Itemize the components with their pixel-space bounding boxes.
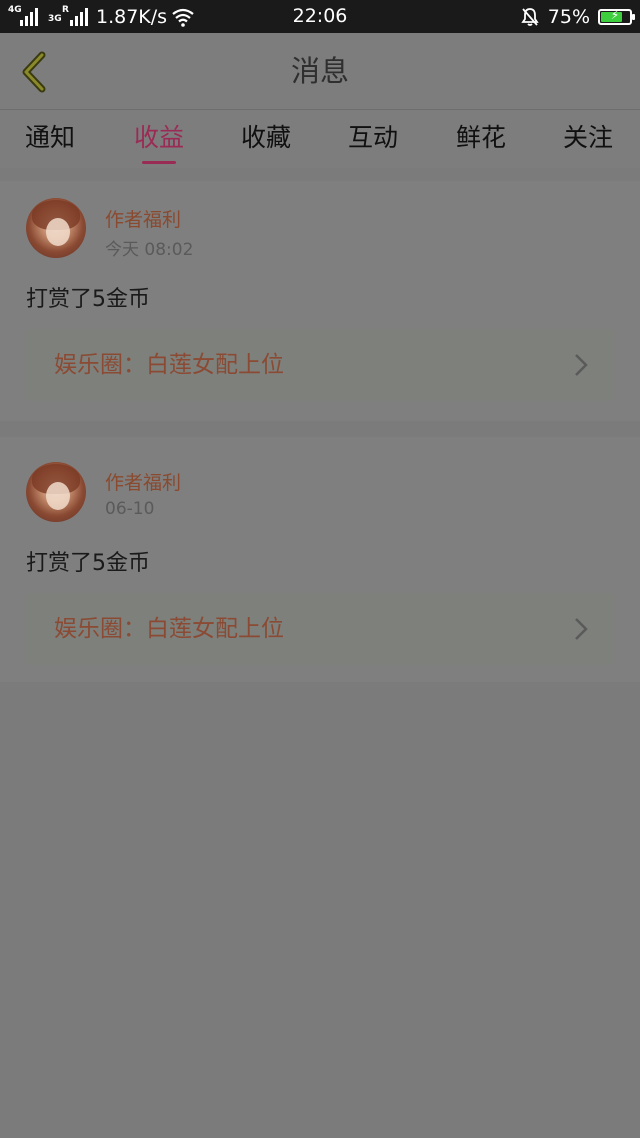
sender-name[interactable]: 作者福利: [105, 205, 181, 232]
sender-name[interactable]: 作者福利: [105, 468, 181, 495]
book-title: 娱乐圈：白莲女配上位: [54, 616, 284, 642]
tab-favorites[interactable]: 收藏: [221, 110, 311, 168]
message-text: 打赏了5金币: [26, 551, 150, 576]
list-item: 作者福利 今天 08:02 打赏了5金币 娱乐圈：白莲女配上位: [0, 181, 640, 421]
book-link[interactable]: 娱乐圈：白莲女配上位: [26, 329, 614, 401]
status-bar: 4G 3G R 1.87K/s 22:06 75% ⚡: [0, 0, 640, 33]
battery-percent: 75%: [547, 5, 590, 28]
nav-bar: 消息: [0, 33, 640, 110]
message-time: 今天 08:02: [105, 240, 194, 260]
avatar[interactable]: [26, 198, 86, 258]
tab-notifications[interactable]: 通知: [5, 110, 95, 168]
chevron-right-icon: [575, 618, 588, 640]
tab-follows[interactable]: 关注: [543, 110, 633, 168]
tab-bar: 通知 收益 收藏 互动 鲜花 关注: [0, 110, 640, 168]
avatar[interactable]: [26, 462, 86, 522]
battery-icon: ⚡: [598, 8, 635, 25]
page-title: 消息: [290, 54, 349, 88]
message-time: 06-10: [105, 499, 155, 519]
chevron-right-icon: [575, 354, 588, 376]
book-title: 娱乐圈：白莲女配上位: [54, 352, 284, 378]
message-text: 打赏了5金币: [26, 287, 150, 312]
status-right: 75% ⚡: [520, 0, 635, 33]
active-tab-indicator: [142, 161, 176, 164]
book-link[interactable]: 娱乐圈：白莲女配上位: [26, 593, 614, 665]
list-item: 作者福利 06-10 打赏了5金币 娱乐圈：白莲女配上位: [0, 437, 640, 682]
tab-earnings[interactable]: 收益: [114, 110, 204, 168]
tab-interactions[interactable]: 互动: [328, 110, 418, 168]
bell-muted-icon: [521, 7, 539, 26]
tab-flowers[interactable]: 鲜花: [436, 110, 526, 168]
